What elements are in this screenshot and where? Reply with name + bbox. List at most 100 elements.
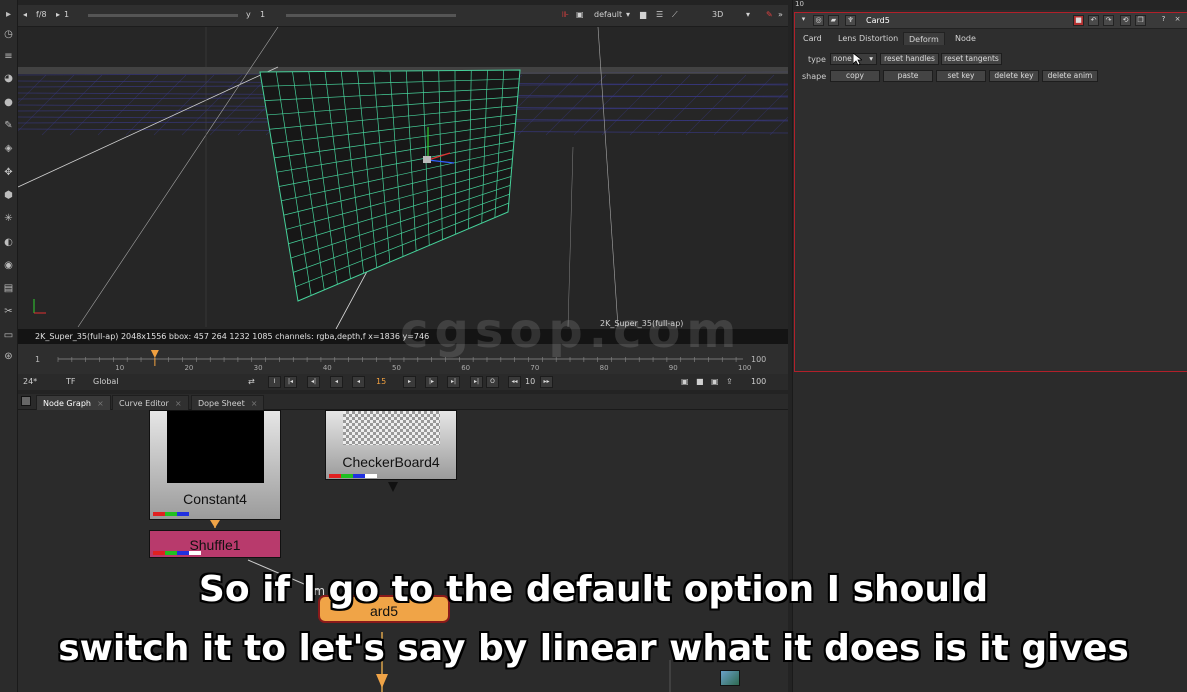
transport-controls: 24* TF Global ⇄ I |◂ ◂| ◂ ◂ 15 ▸ |▸ ▸| ▸… — [18, 374, 788, 390]
reset-handles-button[interactable]: reset handles — [880, 53, 939, 65]
close-icon[interactable]: × — [251, 399, 258, 408]
mouse-cursor-icon — [853, 53, 862, 66]
copy-icon[interactable]: ❐ — [1135, 15, 1146, 26]
stop-icon[interactable]: ■ — [696, 377, 704, 386]
3d-tool-icon[interactable]: ⬢ — [2, 189, 15, 202]
close-icon[interactable]: × — [175, 399, 182, 408]
timeline-tick-label: 10 — [115, 364, 125, 372]
out-point-button[interactable]: O — [486, 376, 499, 388]
center-icon[interactable]: ◎ — [813, 15, 824, 26]
paste-button[interactable]: paste — [883, 70, 933, 82]
close-icon[interactable]: × — [1172, 15, 1183, 26]
tab-dope-sheet[interactable]: Dope Sheet × — [191, 395, 265, 410]
tab-curve-editor[interactable]: Curve Editor × — [112, 395, 189, 410]
scope-select[interactable]: Global — [93, 377, 119, 386]
tab-deform[interactable]: Deform — [903, 32, 945, 45]
curve-icon[interactable]: ⟋ — [672, 10, 678, 20]
color-tool-icon[interactable]: ◕ — [2, 72, 15, 85]
node-name-field[interactable]: Card5 — [863, 15, 1063, 27]
increment-field[interactable]: 10 — [525, 377, 535, 386]
prev-icon[interactable]: ◂ — [23, 10, 27, 19]
skip-back-button[interactable]: ◂◂ — [508, 376, 521, 388]
last-frame-button[interactable]: ▸| — [470, 376, 483, 388]
view-dropdown-icon[interactable]: ▾ — [746, 10, 750, 19]
views-tool-icon[interactable]: ◉ — [2, 259, 15, 272]
tab-card[interactable]: Card — [798, 32, 827, 45]
close-icon[interactable]: × — [97, 399, 104, 408]
clip-icon[interactable]: ⊪ — [562, 10, 569, 19]
tf-select[interactable]: TF — [66, 377, 76, 386]
particles-tool-icon[interactable]: ✳ — [2, 212, 15, 225]
delete-key-button[interactable]: delete key — [989, 70, 1039, 82]
first-frame-button[interactable]: |◂ — [284, 376, 297, 388]
help-icon[interactable]: ? — [1158, 15, 1169, 26]
gamma-slider[interactable] — [286, 14, 456, 17]
next-frame-button[interactable]: |▸ — [425, 376, 438, 388]
lut-select[interactable]: default — [594, 10, 622, 19]
merge-tool-icon[interactable]: ◈ — [2, 142, 15, 155]
step-field[interactable]: 1 — [64, 10, 69, 19]
tab-node[interactable]: Node — [950, 32, 981, 45]
panel-menu-icon[interactable] — [21, 396, 31, 406]
prev-frame-button[interactable]: ◂ — [330, 376, 343, 388]
node-color-icon[interactable]: ■ — [1073, 15, 1084, 26]
pointer-tool-icon[interactable]: ▸ — [2, 8, 15, 21]
gain-slider[interactable] — [88, 14, 238, 17]
redo-icon[interactable]: ↷ — [1103, 15, 1114, 26]
metadata-tool-icon[interactable]: ▤ — [2, 282, 15, 295]
viewer-viewport[interactable]: 2K_Super_35(full-ap) — [18, 27, 788, 329]
playhead[interactable] — [150, 350, 159, 358]
monitor-icon[interactable]: ▣ — [681, 377, 689, 386]
transform-tool-icon[interactable]: ✥ — [2, 166, 15, 179]
undo-icon[interactable]: ↶ — [1088, 15, 1099, 26]
node-help-icon[interactable]: ♆ — [845, 15, 856, 26]
deep-tool-icon[interactable]: ◐ — [2, 236, 15, 249]
filter-tool-icon[interactable]: ● — [2, 96, 15, 109]
cache-icon[interactable]: ▣ — [711, 377, 719, 386]
skip-forward-button[interactable]: ▸▸ — [540, 376, 553, 388]
play-back-button[interactable]: ◂ — [352, 376, 365, 388]
nuke-logo-icon[interactable]: ⊛ — [2, 350, 15, 363]
constant-node-label: Constant4 — [183, 491, 247, 507]
next-keyframe-button[interactable]: ▸| — [447, 376, 460, 388]
play-step-icon[interactable]: ▸ — [56, 10, 60, 19]
prev-keyframe-button[interactable]: ◂| — [307, 376, 320, 388]
checkerboard-node[interactable]: CheckerBoard4 — [325, 410, 457, 480]
tab-node-graph[interactable]: Node Graph × — [36, 395, 111, 410]
set-key-button[interactable]: set key — [936, 70, 986, 82]
image-node-icon[interactable] — [720, 670, 740, 686]
viewer-process-icon[interactable]: ▣ — [576, 10, 584, 19]
in-point-button[interactable]: I — [268, 376, 281, 388]
max-panels-field[interactable]: 10 — [795, 0, 804, 8]
float-icon[interactable]: ▰ — [828, 15, 839, 26]
copy-button[interactable]: copy — [830, 70, 880, 82]
loop-icon[interactable]: ⇄ — [248, 377, 255, 386]
constant-node[interactable]: Constant4 — [149, 410, 281, 520]
tab-lens-distortion[interactable]: Lens Distortion — [833, 32, 903, 45]
more-icon[interactable]: » — [778, 10, 783, 19]
delete-anim-button[interactable]: delete anim — [1042, 70, 1098, 82]
keyer-tool-icon[interactable]: ✎ — [2, 119, 15, 132]
view-mode-select[interactable]: 3D — [712, 10, 723, 19]
export-icon[interactable]: ⇪ — [726, 377, 733, 386]
current-frame-field[interactable]: 15 — [376, 377, 386, 386]
revert-icon[interactable]: ⟲ — [1120, 15, 1131, 26]
tab-dope-sheet-label: Dope Sheet — [198, 399, 245, 408]
shuffle-node[interactable]: Shuffle1 — [149, 530, 281, 558]
gamma-field[interactable]: 1 — [260, 10, 265, 19]
paint-icon[interactable]: ✎ — [766, 10, 773, 19]
reset-tangents-button[interactable]: reset tangents — [941, 53, 1002, 65]
end-frame-field[interactable]: 100 — [751, 377, 766, 386]
toolsets-tool-icon[interactable]: ✂ — [2, 305, 15, 318]
clock-tool-icon[interactable]: ◷ — [2, 28, 15, 41]
fstop-field[interactable]: f/8 — [36, 10, 47, 19]
play-forward-button[interactable]: ▸ — [403, 376, 416, 388]
lut-dropdown-icon[interactable]: ▾ — [626, 10, 630, 19]
guide-line — [567, 146, 574, 328]
other-tool-icon[interactable]: ▭ — [2, 329, 15, 342]
collapse-icon[interactable]: ▾ — [798, 15, 809, 26]
channel-tool-icon[interactable]: ≡ — [2, 50, 15, 63]
fps-field[interactable]: 24* — [23, 377, 37, 386]
camera-icon[interactable]: ▆ — [640, 10, 646, 19]
lock-icon[interactable]: ☰ — [656, 10, 663, 19]
